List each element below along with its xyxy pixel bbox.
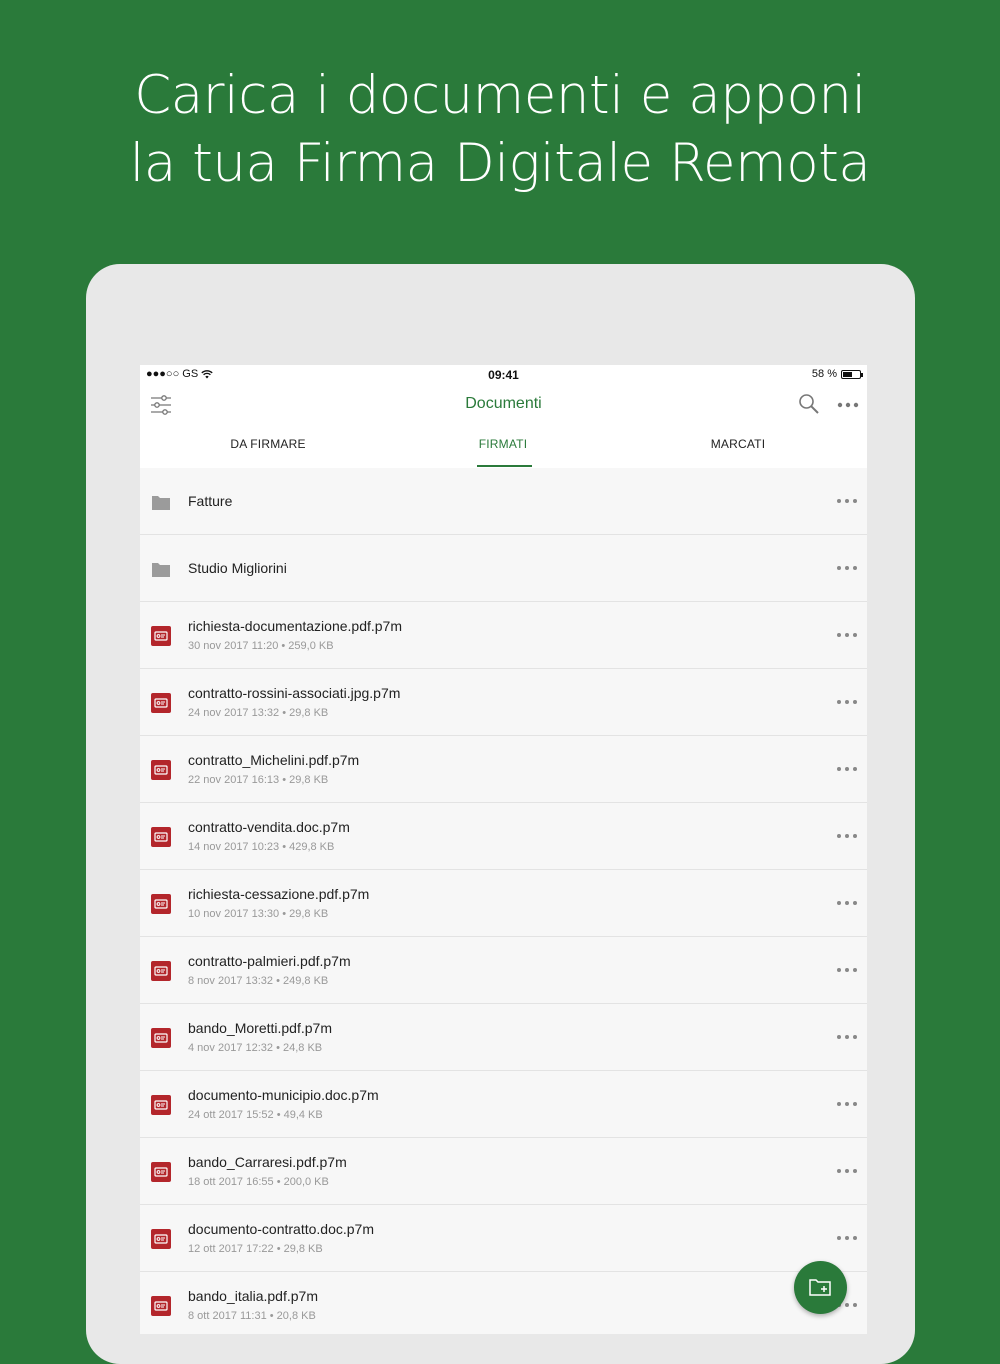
- tab-marcati[interactable]: MARCATI: [658, 437, 818, 451]
- battery-percent: 58 %: [811, 368, 837, 380]
- more-icon[interactable]: [836, 695, 858, 709]
- status-bar: ●●●○○ GS 09:41 58 %: [140, 365, 867, 385]
- more-icon[interactable]: [836, 628, 858, 642]
- file-name: richiesta-cessazione.pdf.p7m: [188, 886, 370, 902]
- more-icon[interactable]: [836, 561, 858, 575]
- file-name: documento-contratto.doc.p7m: [188, 1221, 374, 1237]
- file-meta: 8 nov 2017 13:32 • 249,8 KB: [188, 975, 329, 987]
- file-meta: 14 nov 2017 10:23 • 429,8 KB: [188, 841, 335, 853]
- signed-file-icon: [151, 827, 171, 847]
- file-name: contratto-palmieri.pdf.p7m: [188, 953, 351, 969]
- file-name: bando_italia.pdf.p7m: [188, 1288, 318, 1304]
- more-icon[interactable]: [836, 1231, 858, 1245]
- file-name: bando_Moretti.pdf.p7m: [188, 1020, 332, 1036]
- promo-headline: Carica i documenti e apponi la tua Firma…: [0, 62, 1000, 198]
- folder-icon: [152, 563, 170, 577]
- signed-file-icon: [151, 760, 171, 780]
- file-meta: 24 nov 2017 13:32 • 29,8 KB: [188, 707, 329, 719]
- signed-file-icon: [151, 961, 171, 981]
- file-meta: 18 ott 2017 16:55 • 200,0 KB: [188, 1176, 329, 1188]
- more-icon[interactable]: [836, 762, 858, 776]
- nav-bar: Documenti: [140, 385, 867, 425]
- file-meta: 10 nov 2017 13:30 • 29,8 KB: [188, 908, 329, 920]
- file-name: contratto-vendita.doc.p7m: [188, 819, 350, 835]
- app-screen: ●●●○○ GS 09:41 58 % Documenti DA FIRMARE…: [140, 365, 867, 1334]
- more-icon[interactable]: [836, 896, 858, 910]
- file-name: richiesta-documentazione.pdf.p7m: [188, 618, 403, 634]
- file-name: contratto-rossini-associati.jpg.p7m: [188, 685, 401, 701]
- list-item-file[interactable]: contratto_Michelini.pdf.p7m 22 nov 2017 …: [140, 736, 867, 803]
- more-icon[interactable]: [836, 963, 858, 977]
- more-icon[interactable]: [837, 395, 859, 415]
- tab-firmati[interactable]: FIRMATI: [423, 437, 583, 451]
- list-item-file[interactable]: richiesta-cessazione.pdf.p7m 10 nov 2017…: [140, 870, 867, 937]
- signed-file-icon: [151, 1095, 171, 1115]
- list-item-file[interactable]: bando_Carraresi.pdf.p7m 18 ott 2017 16:5…: [140, 1138, 867, 1205]
- signed-file-icon: [151, 1229, 171, 1249]
- folder-icon: [152, 496, 170, 510]
- list-item-file[interactable]: richiesta-documentazione.pdf.p7m 30 nov …: [140, 602, 867, 669]
- file-meta: 4 nov 2017 12:32 • 24,8 KB: [188, 1042, 323, 1054]
- folder-name: Studio Migliorini: [188, 560, 287, 576]
- signed-file-icon: [151, 1028, 171, 1048]
- add-folder-icon: [809, 1279, 831, 1296]
- file-meta: 24 ott 2017 15:52 • 49,4 KB: [188, 1109, 323, 1121]
- headline-line-2: la tua Firma Digitale Remota: [129, 133, 871, 194]
- signed-file-icon: [151, 1296, 171, 1316]
- list-item-file[interactable]: bando_Moretti.pdf.p7m 4 nov 2017 12:32 •…: [140, 1004, 867, 1071]
- headline-line-1: Carica i documenti e apponi: [134, 65, 866, 126]
- search-icon[interactable]: [798, 393, 820, 415]
- active-tab-indicator: [477, 465, 532, 467]
- more-icon[interactable]: [836, 829, 858, 843]
- signed-file-icon: [151, 693, 171, 713]
- list-item-file[interactable]: bando_italia.pdf.p7m 8 ott 2017 11:31 • …: [140, 1272, 867, 1334]
- list-item-file[interactable]: documento-municipio.doc.p7m 24 ott 2017 …: [140, 1071, 867, 1138]
- signed-file-icon: [151, 894, 171, 914]
- file-meta: 12 ott 2017 17:22 • 29,8 KB: [188, 1243, 323, 1255]
- folder-name: Fatture: [188, 493, 233, 509]
- document-list: Fatture Studio Migliorini richiesta-docu…: [140, 468, 867, 1334]
- signed-file-icon: [151, 626, 171, 646]
- list-item-folder[interactable]: Studio Migliorini: [140, 535, 867, 602]
- tab-bar: DA FIRMARE FIRMATI MARCATI: [140, 425, 867, 469]
- list-item-folder[interactable]: Fatture: [140, 468, 867, 535]
- file-name: bando_Carraresi.pdf.p7m: [188, 1154, 347, 1170]
- list-item-file[interactable]: documento-contratto.doc.p7m 12 ott 2017 …: [140, 1205, 867, 1272]
- file-meta: 8 ott 2017 11:31 • 20,8 KB: [188, 1310, 316, 1322]
- list-item-file[interactable]: contratto-vendita.doc.p7m 14 nov 2017 10…: [140, 803, 867, 870]
- more-icon[interactable]: [836, 1164, 858, 1178]
- file-name: contratto_Michelini.pdf.p7m: [188, 752, 360, 768]
- page-title: Documenti: [465, 395, 542, 412]
- tab-da-firmare[interactable]: DA FIRMARE: [188, 437, 348, 451]
- status-time: 09:41: [488, 368, 519, 382]
- more-icon[interactable]: [836, 1030, 858, 1044]
- more-icon[interactable]: [836, 1097, 858, 1111]
- list-item-file[interactable]: contratto-rossini-associati.jpg.p7m 24 n…: [140, 669, 867, 736]
- file-name: documento-municipio.doc.p7m: [188, 1087, 379, 1103]
- add-folder-button[interactable]: [794, 1261, 847, 1314]
- list-item-file[interactable]: contratto-palmieri.pdf.p7m 8 nov 2017 13…: [140, 937, 867, 1004]
- signed-file-icon: [151, 1162, 171, 1182]
- file-meta: 30 nov 2017 11:20 • 259,0 KB: [188, 640, 334, 652]
- file-meta: 22 nov 2017 16:13 • 29,8 KB: [188, 774, 329, 786]
- battery-icon: [841, 369, 863, 379]
- more-icon[interactable]: [836, 494, 858, 508]
